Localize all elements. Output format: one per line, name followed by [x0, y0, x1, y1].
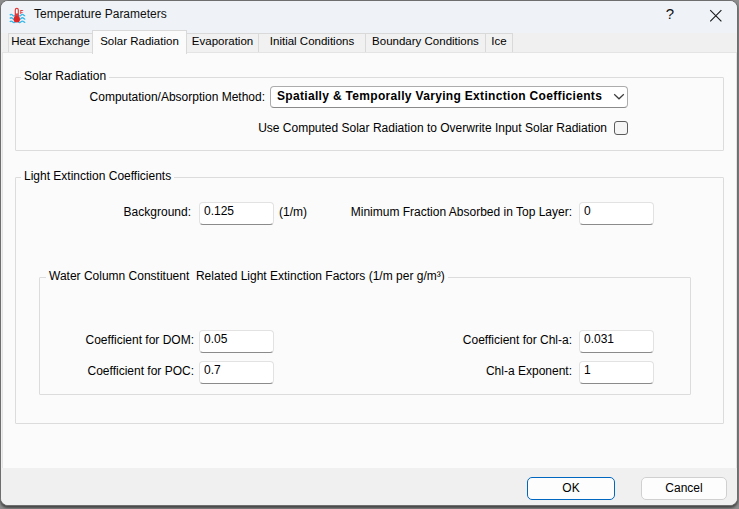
svg-text:F: F: [20, 9, 24, 15]
